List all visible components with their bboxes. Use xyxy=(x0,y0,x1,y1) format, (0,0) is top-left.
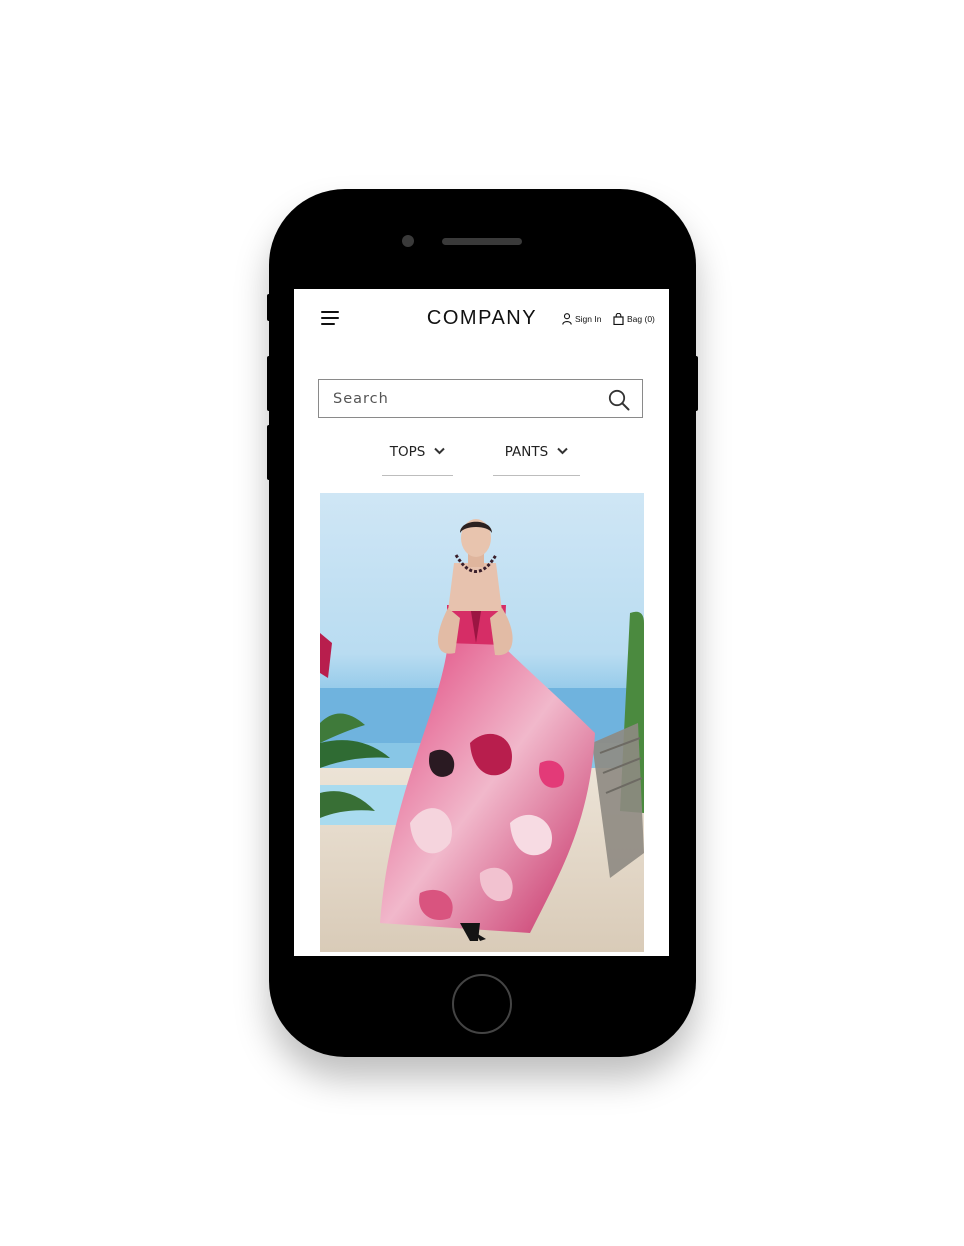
front-camera xyxy=(402,235,414,247)
mute-switch xyxy=(267,294,271,321)
chevron-down-icon xyxy=(434,447,446,455)
category-dropdown-tops[interactable]: TOPS xyxy=(382,437,453,476)
user-icon xyxy=(562,313,572,325)
phone-screen: COMPANY Sign In Bag (0) TOPS PANTS xyxy=(294,289,669,956)
search-icon[interactable] xyxy=(608,389,630,411)
bag-link[interactable]: Bag (0) xyxy=(613,313,655,325)
category-label: TOPS xyxy=(389,444,426,460)
hamburger-icon[interactable] xyxy=(321,311,343,329)
sign-in-link[interactable]: Sign In xyxy=(562,313,601,325)
category-dropdown-pants[interactable]: PANTS xyxy=(493,437,580,476)
chevron-down-icon xyxy=(557,447,568,455)
category-label: PANTS xyxy=(504,444,549,460)
volume-up-button xyxy=(267,356,271,411)
brand-logo[interactable]: COMPANY xyxy=(422,307,542,330)
bag-label: Bag (0) xyxy=(627,314,655,324)
search-input[interactable] xyxy=(319,380,603,417)
volume-down-button xyxy=(267,425,271,480)
hero-image[interactable] xyxy=(320,493,644,952)
shopping-bag-icon xyxy=(613,313,624,325)
earpiece-speaker xyxy=(442,238,522,245)
power-button xyxy=(694,356,698,411)
sign-in-label: Sign In xyxy=(575,314,602,324)
search-bar xyxy=(318,379,643,418)
home-button[interactable] xyxy=(452,974,512,1034)
